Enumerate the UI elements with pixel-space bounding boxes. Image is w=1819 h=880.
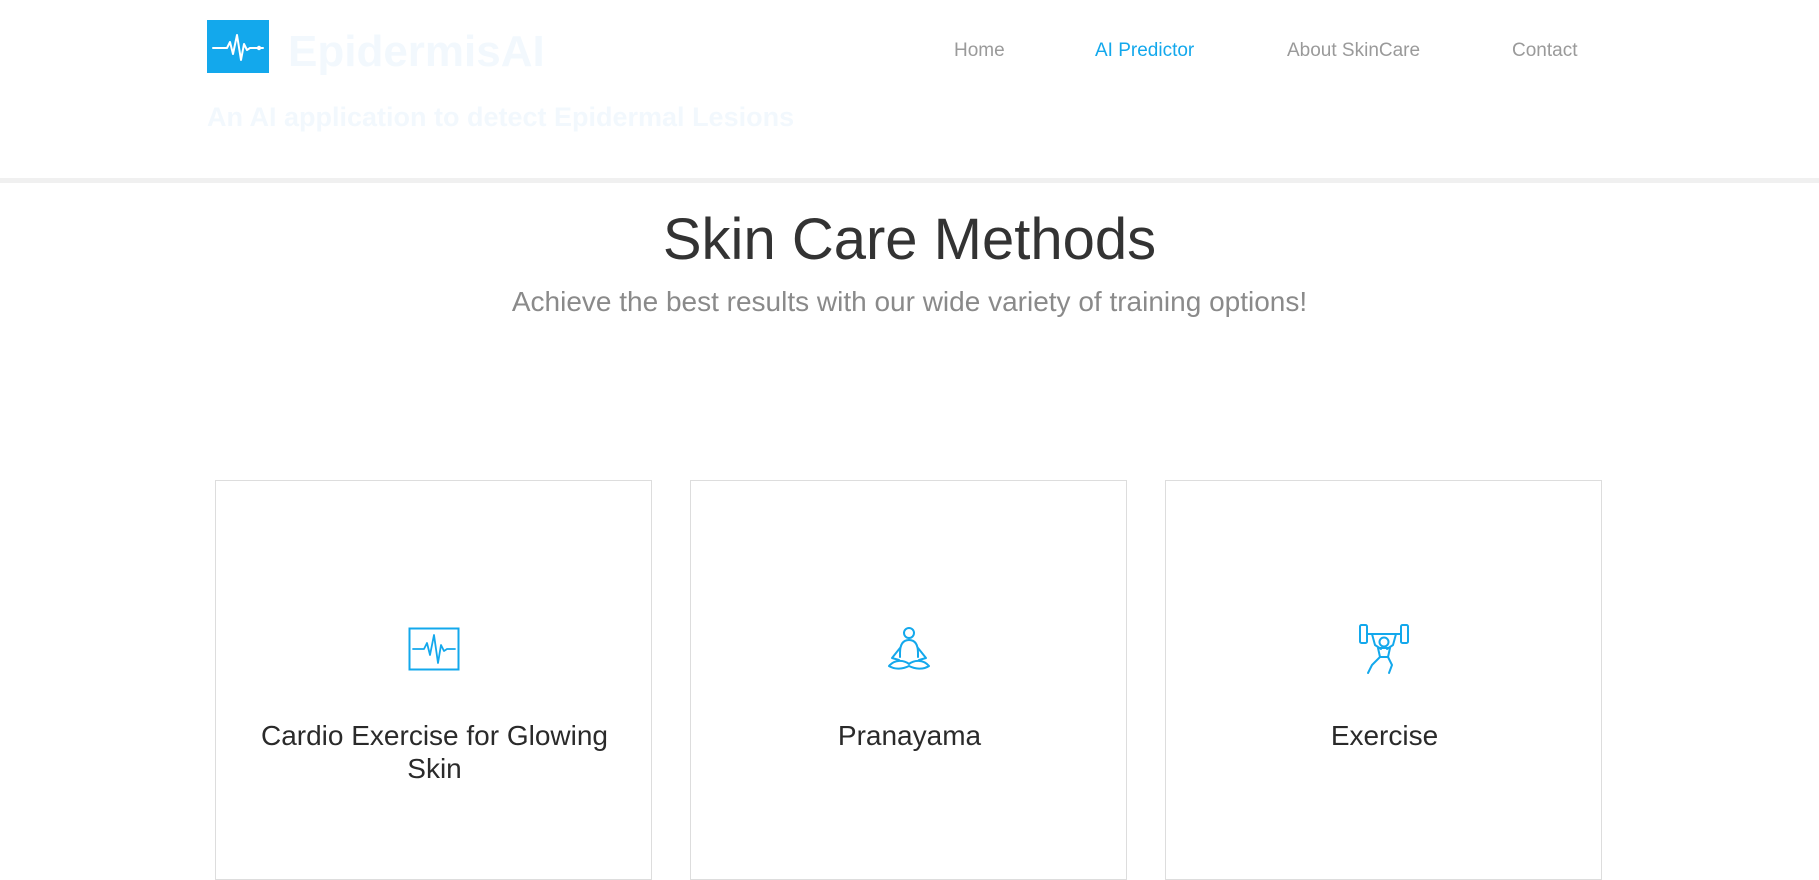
- brand-tagline: An AI application to detect Epidermal Le…: [207, 102, 795, 132]
- weightlifting-icon: [1358, 624, 1409, 674]
- site-header: EpidermisAI An AI application to detect …: [0, 0, 1819, 178]
- card-exercise[interactable]: Exercise: [1165, 480, 1602, 880]
- card-title: Cardio Exercise for Glowing Skin: [260, 720, 609, 784]
- card-cardio[interactable]: Cardio Exercise for Glowing Skin: [215, 480, 652, 880]
- card-pranayama[interactable]: Pranayama: [690, 480, 1127, 880]
- heartbeat-monitor-icon: [408, 627, 459, 671]
- card-title: Exercise: [1330, 720, 1439, 751]
- nav-home[interactable]: Home: [954, 38, 1005, 64]
- card-title: Pranayama: [837, 720, 982, 751]
- nav-about-skincare[interactable]: About SkinCare: [1287, 38, 1420, 64]
- section-title: Skin Care Methods: [662, 207, 1157, 272]
- meditation-icon: [887, 627, 930, 670]
- nav-contact[interactable]: Contact: [1512, 38, 1577, 64]
- nav-ai-predictor[interactable]: AI Predictor: [1095, 38, 1194, 64]
- section-subtitle: Achieve the best results with our wide v…: [511, 286, 1308, 317]
- header-divider: [0, 178, 1819, 183]
- main-nav: Home AI Predictor About SkinCare Contact: [0, 38, 1819, 64]
